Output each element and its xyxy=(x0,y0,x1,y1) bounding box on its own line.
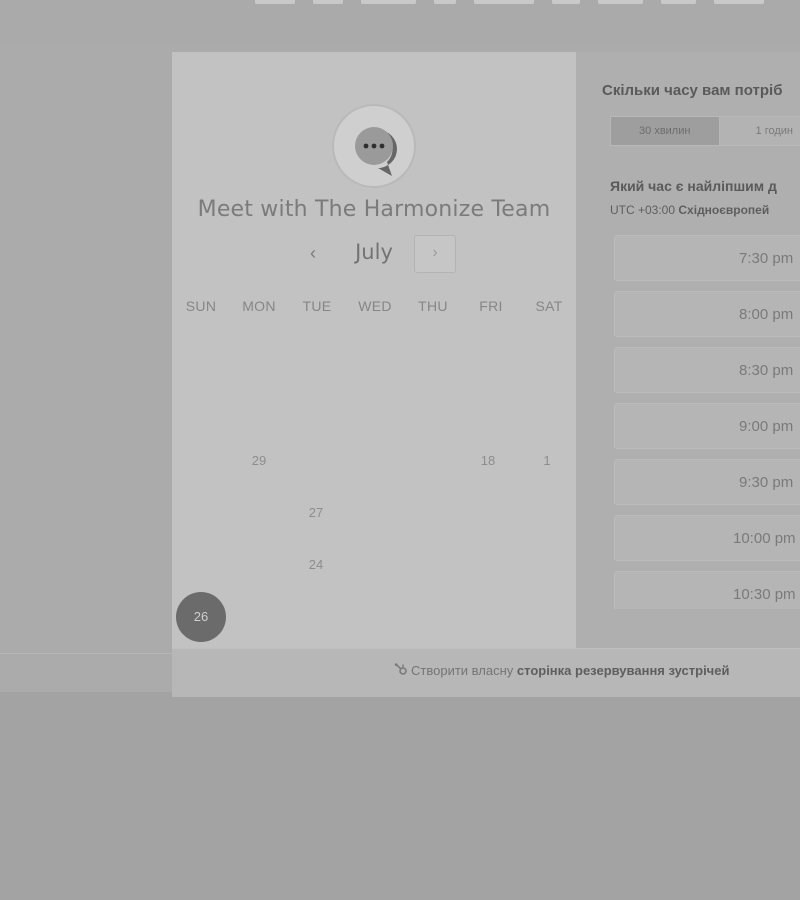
sprocket-icon xyxy=(394,663,407,675)
calendar-day[interactable]: 27 xyxy=(291,488,341,538)
time-slot[interactable]: 10:00 pm xyxy=(614,515,800,561)
time-slot[interactable]: 10:30 pm xyxy=(614,571,800,609)
duration-option-1hour[interactable]: 1 годин xyxy=(719,117,800,145)
calendar-day[interactable]: 18 xyxy=(463,436,513,486)
weekday-sat: SAT xyxy=(535,298,563,314)
prev-month-button[interactable]: ‹ xyxy=(298,238,328,268)
next-month-button[interactable]: › xyxy=(414,235,456,273)
time-question: Який час є найліпшим д xyxy=(610,178,777,194)
chevron-right-icon: › xyxy=(432,244,438,261)
time-slot-label: 9:00 pm xyxy=(739,418,794,435)
time-slot-list: 7:30 pm 8:00 pm 8:30 pm 9:00 pm 9:30 pm … xyxy=(614,235,800,609)
duration-option-30min[interactable]: 30 хвилин xyxy=(611,117,720,145)
time-slot[interactable]: 8:00 pm xyxy=(614,291,800,337)
weekday-fri: FRI xyxy=(479,298,503,314)
header-text-fragment xyxy=(255,0,800,8)
widget-title: Meet with The Harmonize Team xyxy=(197,197,551,222)
footer-prefix: Створити власну xyxy=(411,663,514,678)
time-slot[interactable]: 9:30 pm xyxy=(614,459,800,505)
time-selection-panel: Скільки часу вам потріб 30 хвилин 1 годи… xyxy=(576,52,800,648)
weekday-wed: WED xyxy=(358,298,392,314)
weekday-sun: SUN xyxy=(185,298,217,314)
time-slot-label: 7:30 pm xyxy=(739,250,794,267)
meetings-widget: Meet with The Harmonize Team ‹ July › SU… xyxy=(172,52,800,697)
month-label: July xyxy=(355,240,393,264)
timezone-name: Східноєвропей xyxy=(678,203,770,217)
calendar-day[interactable]: 24 xyxy=(291,540,341,590)
calendar-day[interactable]: 29 xyxy=(234,436,284,486)
footer-link-text: сторінка резервування зустрічей xyxy=(516,663,730,678)
timezone-label[interactable]: UTC +03:00 Східноєвропей xyxy=(610,203,769,217)
chat-bubble-icon xyxy=(355,127,397,176)
timezone-offset: UTC +03:00 xyxy=(610,203,676,217)
weekday-tue: TUE xyxy=(302,298,332,314)
time-slot-label: 10:00 pm xyxy=(733,530,796,547)
page-header-strip xyxy=(0,0,800,46)
time-slot-label: 9:30 pm xyxy=(739,474,794,491)
time-slot-label: 10:30 pm xyxy=(733,586,796,603)
time-slot[interactable]: 9:00 pm xyxy=(614,403,800,449)
divider xyxy=(0,653,172,654)
create-booking-page-link[interactable]: Створити власну сторінка резервування зу… xyxy=(394,663,729,678)
calendar-day-selected[interactable]: 26 xyxy=(176,592,226,642)
chevron-left-icon: ‹ xyxy=(310,243,316,263)
avatar xyxy=(332,104,416,188)
calendar-panel: Meet with The Harmonize Team ‹ July › SU… xyxy=(172,52,576,648)
time-slot[interactable]: 7:30 pm xyxy=(614,235,800,281)
duration-selector: 30 хвилин 1 годин xyxy=(610,116,800,146)
duration-question: Скільки часу вам потріб xyxy=(602,82,783,99)
time-slot[interactable]: 8:30 pm xyxy=(614,347,800,393)
time-slot-label: 8:00 pm xyxy=(739,306,794,323)
weekday-thu: THU xyxy=(418,298,448,314)
widget-footer: Створити власну сторінка резервування зу… xyxy=(172,648,800,697)
calendar-day[interactable]: 1 xyxy=(522,436,572,486)
time-slot-label: 8:30 pm xyxy=(739,362,794,379)
weekday-mon: MON xyxy=(242,298,276,314)
